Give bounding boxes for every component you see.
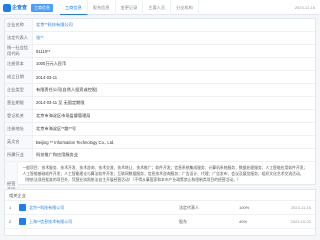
registered-capital: 1000万元人民币 xyxy=(36,61,67,66)
legal-representative[interactable]: 张** xyxy=(33,32,315,44)
row-label: 营业期限 xyxy=(5,97,33,109)
company-type: 有限责任公司(自然人投资或控股) xyxy=(36,87,98,92)
info-row: 注册资本 1000万元人民币 xyxy=(5,58,315,71)
tab-branches[interactable]: 分支机构 xyxy=(171,0,199,15)
registration-authority: 北京市海淀区市场监督管理局 xyxy=(36,113,91,118)
registered-address: 北京市海淀区**路**号 xyxy=(36,126,77,131)
english-name: Beijing ** Information Technology Co., L… xyxy=(36,139,115,145)
related-list: 相关企业 1 北京**科技有限公司 法定代表人 100% 2023-11-16 … xyxy=(4,189,316,236)
list-title: 相关企业 xyxy=(5,190,315,201)
role: 法定代表人 xyxy=(179,204,199,210)
business-term: 2014-03-11 至 无固定期限 xyxy=(36,100,85,105)
company-link[interactable]: 上海**信息技术有限公司 xyxy=(29,219,179,225)
top-tabs: 工商信息 股东信息 变更记录 主要人员 分支机构 xyxy=(60,0,199,15)
tab-key-personnel[interactable]: 主要人员 xyxy=(143,0,172,15)
top-bar: 企查查 工商信息 工商信息 股东信息 变更记录 主要人员 分支机构 2023-1… xyxy=(0,0,320,15)
established-date: 2014-03-11 xyxy=(36,74,58,80)
info-row: 法定代表人 张** xyxy=(5,32,315,45)
company-name[interactable]: 北京**科技有限公司 xyxy=(33,19,315,31)
list-item[interactable]: 2 上海**信息技术有限公司 股东 40% 2023-10-02 xyxy=(5,215,315,229)
ratio: 100% xyxy=(239,205,250,210)
row-label: 英文名 xyxy=(5,136,33,148)
row-label: 企业名称 xyxy=(5,19,33,31)
industry: 科技推广和应用服务业 xyxy=(36,152,78,157)
info-row: 成立日期 2014-03-11 xyxy=(5,71,315,84)
logo-icon xyxy=(3,3,11,12)
ratio: 40% xyxy=(239,219,248,224)
info-row: 注册地址 北京市海淀区**路**号 xyxy=(5,123,315,136)
info-row: 英文名 Beijing ** Information Technology Co… xyxy=(5,136,315,149)
info-row: 统一社会信用代码 91110** xyxy=(5,45,315,58)
company-link[interactable]: 北京**科技有限公司 xyxy=(29,205,179,211)
credit-code: 91110** xyxy=(36,48,51,54)
row-label: 统一社会信用代码 xyxy=(5,45,33,57)
update-time: 2023-11-16 xyxy=(294,5,315,10)
info-row: 所属行业 科技推广和应用服务业 xyxy=(5,149,315,162)
row-label: 注册资本 xyxy=(5,58,33,70)
business-scope-text: 一般项目：技术服务、技术开发、技术咨询、技术交流、技术转让、技术推广；软件开发；… xyxy=(22,166,308,182)
row-label: 成立日期 xyxy=(5,71,33,83)
info-row: 企业名称 北京**科技有限公司 xyxy=(5,19,315,32)
row-label: 所属行业 xyxy=(5,149,33,161)
row-label: 注册地址 xyxy=(5,123,33,135)
date: 2023-10-02 xyxy=(290,219,311,224)
row-label: 登记机关 xyxy=(5,110,33,122)
brand-name: 企查查 xyxy=(12,5,28,11)
info-row: 营业期限 2014-03-11 至 无固定期限 xyxy=(5,97,315,110)
date: 2023-11-16 xyxy=(290,205,311,210)
row-label: 法定代表人 xyxy=(5,32,33,44)
company-avatar xyxy=(19,204,26,211)
row-index: 1 xyxy=(9,205,12,210)
row-index: 2 xyxy=(9,219,12,224)
role: 股东 xyxy=(179,218,187,224)
tab-change-records[interactable]: 变更记录 xyxy=(116,0,144,15)
info-row: 登记机关 北京市海淀区市场监督管理局 xyxy=(5,110,315,123)
section-pill: 工商信息 xyxy=(31,3,54,12)
tab-business-info[interactable]: 工商信息 xyxy=(60,0,88,15)
row-label: 企业类型 xyxy=(5,84,33,96)
brand[interactable]: 企查查 工商信息 xyxy=(3,3,54,12)
info-row: 企业类型 有限责任公司(自然人投资或控股) xyxy=(5,84,315,97)
tab-shareholders[interactable]: 股东信息 xyxy=(88,0,116,15)
list-item[interactable]: 1 北京**科技有限公司 法定代表人 100% 2023-11-16 xyxy=(5,201,315,215)
business-info-table: 企业名称 北京**科技有限公司 法定代表人 张** 统一社会信用代码 91110… xyxy=(4,18,316,212)
company-avatar xyxy=(19,218,26,225)
